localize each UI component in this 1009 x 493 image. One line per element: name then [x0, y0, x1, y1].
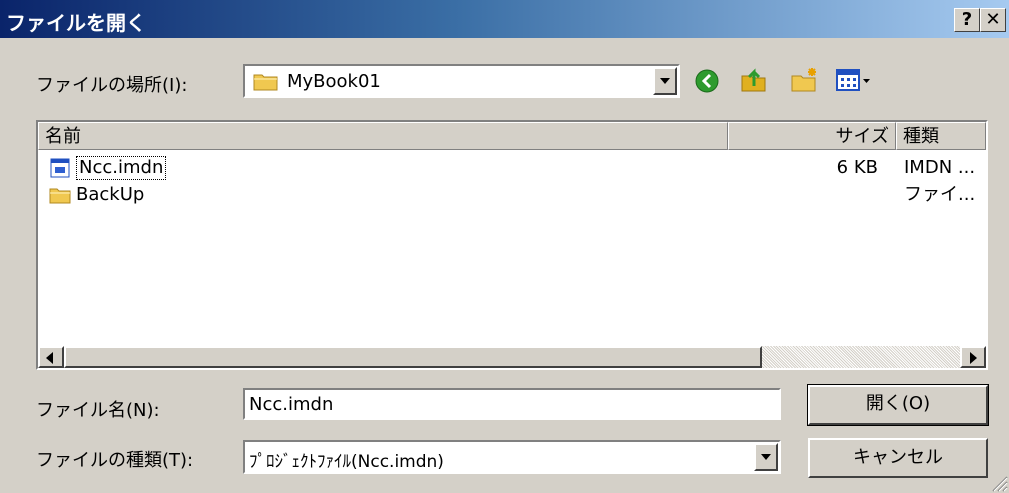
column-type-label: 種類: [903, 126, 939, 147]
horizontal-scrollbar[interactable]: [38, 346, 986, 368]
file-type-dropdown-button[interactable]: [754, 443, 778, 471]
file-size: 6 KB: [836, 157, 878, 178]
new-folder-icon[interactable]: [790, 66, 820, 94]
resize-grip-icon[interactable]: [990, 474, 1008, 492]
back-icon[interactable]: [694, 68, 720, 94]
file-name-input[interactable]: Ncc.imdn: [243, 388, 781, 420]
cancel-button[interactable]: キャンセル: [808, 438, 988, 478]
close-button[interactable]: ✕: [980, 8, 1006, 32]
file-name: Ncc.imdn: [76, 156, 167, 180]
open-button-label: 開く(O): [865, 393, 931, 414]
column-size-label: サイズ: [835, 126, 889, 147]
title-bar: ファイルを開く ? ✕: [0, 0, 1009, 38]
look-in-dropdown[interactable]: MyBook01: [243, 64, 680, 98]
file-name: BackUp: [76, 184, 145, 205]
open-button[interactable]: 開く(O): [807, 384, 989, 426]
list-item[interactable]: Ncc.imdn 6 KB IMDN ...: [38, 155, 986, 181]
file-name-label: ファイル名(N):: [36, 400, 160, 421]
file-name-value: Ncc.imdn: [249, 394, 334, 415]
window-title: ファイルを開く: [6, 11, 146, 35]
look-in-value: MyBook01: [287, 71, 381, 92]
column-header-size[interactable]: サイズ: [728, 122, 896, 150]
scroll-left-button[interactable]: [38, 346, 64, 368]
file-type: ファイ...: [904, 184, 976, 205]
list-item[interactable]: BackUp ファイ...: [38, 182, 986, 208]
file-list[interactable]: 名前 サイズ 種類 Ncc.imdn 6 KB IMDN ... BackUp …: [36, 120, 988, 370]
file-type-label: ファイルの種類(T):: [36, 450, 194, 471]
column-name-label: 名前: [45, 126, 81, 147]
column-header-name[interactable]: 名前: [38, 122, 728, 150]
look-in-dropdown-button[interactable]: [653, 67, 677, 95]
file-type: IMDN ...: [904, 157, 976, 178]
folder-icon: [253, 74, 278, 91]
up-folder-icon[interactable]: [740, 66, 768, 94]
column-header-type[interactable]: 種類: [896, 122, 986, 150]
view-menu-icon[interactable]: [836, 68, 872, 94]
scrollbar-thumb[interactable]: [64, 346, 762, 368]
file-type-dropdown[interactable]: ﾌﾟﾛｼﾞｪｸﾄﾌｧｲﾙ(Ncc.imdn): [243, 440, 781, 474]
help-button[interactable]: ?: [954, 8, 980, 32]
file-icon: [50, 158, 70, 178]
folder-icon: [49, 188, 71, 204]
scroll-right-button[interactable]: [960, 346, 986, 368]
file-type-value: ﾌﾟﾛｼﾞｪｸﾄﾌｧｲﾙ(Ncc.imdn): [249, 452, 444, 472]
cancel-button-label: キャンセル: [853, 447, 943, 468]
look-in-label: ファイルの場所(I):: [36, 75, 188, 96]
